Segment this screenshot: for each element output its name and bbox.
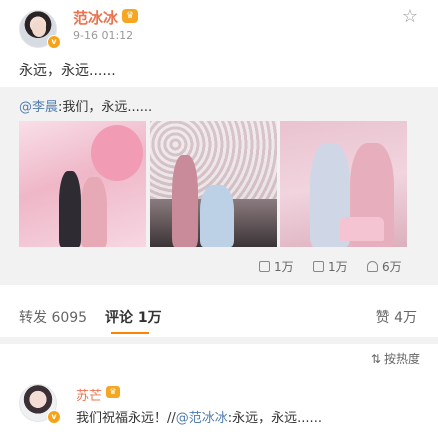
comment-action[interactable]: 1万 [313, 258, 348, 275]
figure-man [59, 171, 81, 247]
comment-count: 1万 [328, 260, 348, 274]
like-count: 6万 [382, 260, 402, 274]
section-divider [0, 337, 438, 344]
figure-woman [81, 177, 107, 247]
like-action[interactable]: 6万 [367, 258, 402, 275]
repost-photo-3[interactable] [280, 121, 407, 247]
comment-icon [313, 261, 324, 272]
repost-icon [259, 261, 270, 272]
post-text: 永远，永远...... [19, 63, 116, 79]
figure-woman [172, 155, 198, 247]
active-tab-indicator [111, 332, 149, 334]
tab-likes-label: 赞 [375, 310, 390, 326]
comment-text: 我们祝福永远！//@范冰冰:永远，永远...... [76, 407, 322, 426]
author-name[interactable]: 范冰冰 [73, 7, 118, 28]
crown-icon: ♛ [122, 9, 138, 23]
comment-quote: :永远，永远...... [227, 411, 322, 426]
post-header: v 范冰冰 ♛ 9-16 01:12 ☆ [0, 0, 438, 56]
sort-by-hot-button[interactable]: ⇅ 按热度 [371, 350, 420, 367]
comment-body: 我们祝福永远！// [76, 411, 176, 426]
verified-badge-icon: v [47, 410, 61, 424]
repost-action[interactable]: 1万 [259, 258, 294, 275]
commenter-name[interactable]: 苏芒 [76, 385, 102, 404]
tab-reposts[interactable]: 转发 6095 [19, 307, 87, 327]
sort-icon: ⇅ [370, 352, 381, 366]
repost-mention-link[interactable]: @李晨 [19, 100, 58, 115]
tab-bar: 转发 6095 评论 1万 赞 4万 [0, 285, 438, 337]
thumbs-up-icon [367, 261, 378, 272]
tab-likes[interactable]: 赞 4万 [376, 307, 417, 327]
repost-text: @李晨:我们，永远...... [19, 96, 152, 115]
repost-photo-1[interactable] [19, 121, 146, 247]
balloon-shape [91, 125, 143, 181]
cake-shape [340, 217, 384, 241]
tab-comments-count: 1万 [137, 310, 162, 326]
favorite-star-icon[interactable]: ☆ [402, 6, 418, 27]
tab-comments-label: 评论 [105, 310, 133, 326]
post-time: 9-16 01:12 [73, 29, 134, 42]
tab-reposts-count: 6095 [51, 310, 88, 326]
tab-likes-count: 4万 [394, 310, 417, 326]
repost-body: :我们，永远...... [58, 100, 153, 115]
tab-reposts-label: 转发 [19, 310, 47, 326]
repost-count: 1万 [274, 260, 294, 274]
sort-label: 按热度 [383, 352, 420, 366]
verified-badge-icon: v [47, 35, 61, 49]
crown-icon: ♛ [106, 386, 120, 398]
sort-bar: ⇅ 按热度 [0, 344, 438, 372]
repost-photo-2[interactable] [150, 121, 277, 247]
comment-mention-link[interactable]: @范冰冰 [176, 411, 228, 426]
tab-comments[interactable]: 评论 1万 [105, 307, 162, 327]
figure-man-kneeling [200, 185, 234, 247]
repost-box[interactable]: @李晨:我们，永远...... 1万 1万 6万 [0, 87, 438, 285]
comment-item: v 苏芒 ♛ 我们祝福永远！//@范冰冰:永远，永远...... [0, 372, 438, 434]
